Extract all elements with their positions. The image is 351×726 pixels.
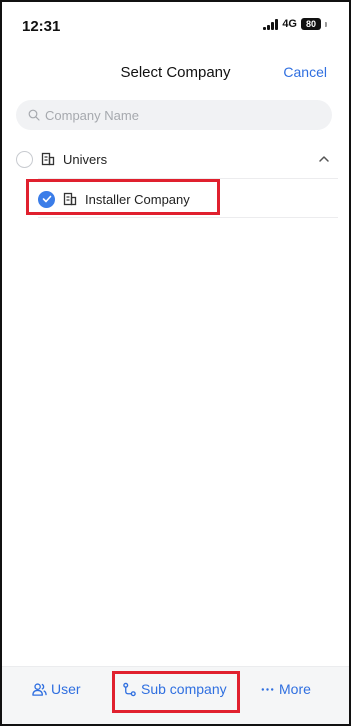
screen: 12:31 4G 80 Select Company Cancel Compan… xyxy=(0,0,351,726)
user-tab[interactable]: User xyxy=(32,681,81,697)
building-icon xyxy=(41,152,55,166)
more-tab[interactable]: More xyxy=(260,681,311,697)
radio-checked[interactable] xyxy=(38,190,55,208)
tree-item-label: Installer Company xyxy=(85,191,190,207)
status-time: 12:31 xyxy=(22,18,61,35)
battery-cap xyxy=(325,21,327,27)
more-dots-icon xyxy=(261,687,274,691)
user-tab-label: User xyxy=(51,681,81,697)
radio-unchecked[interactable] xyxy=(16,150,33,168)
users-icon xyxy=(32,682,47,696)
cancel-button[interactable]: Cancel xyxy=(283,64,327,80)
network-type: 4G xyxy=(282,18,297,30)
check-icon xyxy=(42,195,51,203)
sub-company-tab[interactable]: Sub company xyxy=(122,681,227,697)
sub-company-tab-label: Sub company xyxy=(141,681,227,697)
building-icon xyxy=(63,192,77,206)
divider xyxy=(38,178,338,179)
search-bar[interactable] xyxy=(16,100,332,130)
search-icon xyxy=(28,109,40,121)
bottom-action-bar: User Sub company More xyxy=(2,666,349,724)
tree-item-univers[interactable]: Univers xyxy=(16,142,338,176)
search-input[interactable] xyxy=(45,107,305,123)
hierarchy-icon xyxy=(123,682,136,696)
more-tab-label: More xyxy=(279,681,311,697)
status-bar: 12:31 4G 80 xyxy=(2,2,349,42)
tree-item-installer-company[interactable]: Installer Company xyxy=(38,182,338,216)
chevron-up-icon[interactable] xyxy=(318,154,330,164)
status-indicators: 4G 80 xyxy=(263,18,327,30)
tree-item-label: Univers xyxy=(63,151,108,167)
signal-icon xyxy=(263,18,279,30)
battery-icon: 80 xyxy=(301,18,321,30)
divider xyxy=(38,217,338,218)
nav-bar: Select Company Cancel xyxy=(2,54,349,90)
